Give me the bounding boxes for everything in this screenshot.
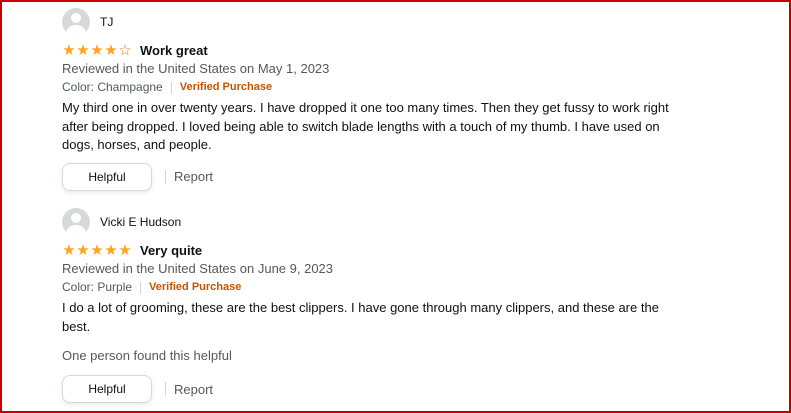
star-filled-icon: ★ — [104, 241, 118, 259]
divider — [140, 281, 142, 294]
variant-color[interactable]: Color: Purple — [62, 278, 132, 297]
reviewer-profile[interactable]: TJ — [62, 7, 762, 37]
helpful-count: One person found this helpful — [62, 348, 232, 363]
review-date: Reviewed in the United States on June 9,… — [62, 261, 334, 276]
avatar-icon — [62, 8, 90, 36]
star-empty-icon: ☆ — [118, 41, 132, 59]
star-filled-icon: ★ — [118, 241, 132, 259]
verified-purchase-badge: Verified Purchase — [179, 81, 273, 93]
review-card: TJ ★ ★ ★ ★ ☆ Work great Reviewed in the … — [62, 7, 762, 191]
helpful-button[interactable]: Helpful — [62, 162, 152, 191]
star-filled-icon: ★ — [104, 41, 118, 59]
verified-purchase-badge: Verified Purchase — [149, 281, 242, 293]
star-filled-icon: ★ — [62, 41, 76, 59]
avatar-icon — [62, 208, 90, 236]
review-body: My third one in over twenty years. I hav… — [62, 100, 669, 152]
report-link[interactable]: Report — [174, 169, 213, 184]
review-title[interactable]: Very quite — [140, 243, 202, 258]
star-filled-icon: ★ — [62, 241, 76, 259]
divider — [170, 81, 172, 94]
review-body: I do a lot of grooming, these are the be… — [62, 300, 659, 334]
star-filled-icon: ★ — [90, 41, 104, 59]
star-filled-icon: ★ — [76, 41, 90, 59]
reviewer-name: TJ — [100, 15, 114, 29]
star-rating[interactable]: ★ ★ ★ ★ ★ — [62, 243, 132, 258]
star-filled-icon: ★ — [76, 241, 90, 259]
review-date: Reviewed in the United States on May 1, … — [62, 61, 330, 76]
variant-color[interactable]: Color: Champagne — [62, 78, 163, 97]
review-card: Vicki E Hudson ★ ★ ★ ★ ★ Very quite Revi… — [62, 207, 762, 403]
reviewer-name: Vicki E Hudson — [100, 215, 182, 229]
reviewer-profile[interactable]: Vicki E Hudson — [62, 207, 762, 237]
star-rating[interactable]: ★ ★ ★ ★ ☆ — [62, 43, 132, 58]
helpful-button[interactable]: Helpful — [62, 375, 152, 403]
review-title[interactable]: Work great — [140, 43, 208, 58]
divider — [165, 169, 166, 184]
star-filled-icon: ★ — [90, 241, 104, 259]
report-link[interactable]: Report — [174, 382, 213, 397]
divider — [165, 382, 166, 396]
